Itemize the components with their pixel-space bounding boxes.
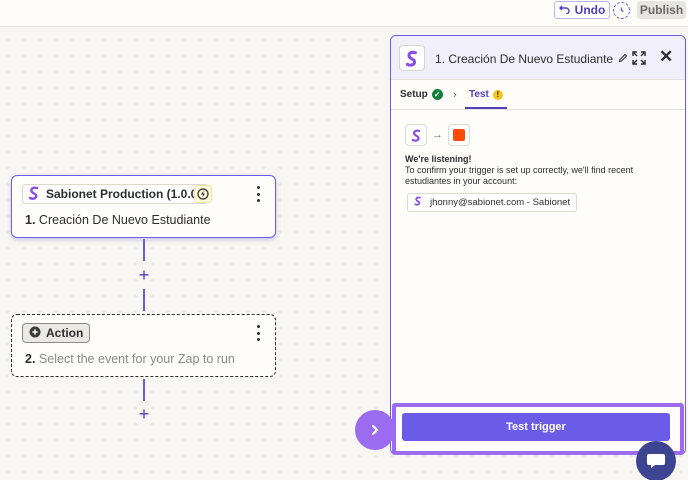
undo-label: Undo	[574, 3, 606, 17]
history-icon[interactable]	[613, 2, 630, 19]
tab-setup-label: Setup	[400, 89, 428, 100]
panel-title[interactable]: 1. Creación De Nuevo Estudiante	[435, 52, 628, 66]
sabionet-logo-icon	[399, 45, 425, 71]
plus-circle-icon	[29, 326, 41, 341]
check-icon: ✓	[431, 89, 443, 100]
panel-title-text: 1. Creación De Nuevo Estudiante	[435, 52, 614, 66]
listening-title: We're listening!	[405, 154, 472, 164]
connector-line	[143, 289, 145, 311]
trigger-step-title: 1. Creación De Nuevo Estudiante	[25, 213, 211, 227]
undo-icon	[558, 3, 570, 17]
tab-test-label: Test	[469, 89, 489, 100]
action-step-title: 2. Select the event for your Zap to run	[25, 352, 235, 366]
trigger-step-name: Creación De Nuevo Estudiante	[38, 213, 211, 227]
tab-test[interactable]: Test !	[469, 89, 503, 100]
connector-line	[143, 239, 145, 261]
connector-line	[143, 379, 145, 401]
action-chip: Action	[22, 323, 91, 343]
close-icon[interactable]: ✕	[659, 48, 673, 65]
bolt-icon	[194, 185, 212, 203]
action-step-placeholder: Select the event for your Zap to run	[38, 352, 235, 366]
arrow-right-icon: →	[432, 129, 443, 141]
trigger-app-name: Sabionet Production (1.0.0)	[46, 187, 202, 201]
action-step-number: 2.	[25, 352, 36, 366]
publish-button[interactable]: Publish	[637, 1, 686, 19]
action-chip-label: Action	[46, 326, 84, 340]
chevron-right-icon[interactable]	[355, 410, 395, 450]
active-tab-indicator	[465, 107, 507, 109]
add-step-plus-icon[interactable]: +	[136, 405, 152, 423]
action-more-icon[interactable]	[253, 325, 263, 341]
add-step-plus-icon[interactable]: +	[136, 266, 152, 284]
sabionet-logo-icon	[405, 124, 427, 146]
expand-icon[interactable]	[632, 51, 646, 65]
sabionet-logo-icon	[28, 186, 40, 203]
account-chip: jhonny@sabionet.com - Sabionet	[407, 193, 578, 212]
sabionet-logo-icon	[414, 196, 422, 209]
trigger-step-card[interactable]: Sabionet Production (1.0.0) 1. Creación …	[11, 175, 276, 238]
pencil-icon[interactable]	[618, 52, 628, 66]
app-flow-row: →	[405, 124, 470, 146]
tab-setup[interactable]: Setup ✓	[400, 89, 443, 100]
zapier-logo-icon	[448, 124, 470, 146]
panel-header: 1. Creación De Nuevo Estudiante ✕	[391, 36, 685, 80]
chevron-right-icon: ›	[453, 89, 457, 101]
trigger-app-chip: Sabionet Production (1.0.0)	[22, 184, 210, 204]
account-label: jhonny@sabionet.com - Sabionet	[430, 197, 571, 208]
chat-icon[interactable]	[636, 441, 676, 480]
panel-tabs: Setup ✓ › Test !	[391, 80, 685, 110]
action-step-card[interactable]: Action 2. Select the event for your Zap …	[11, 314, 276, 377]
top-bar: Undo Publish	[0, 0, 688, 27]
warning-icon: !	[492, 89, 503, 100]
trigger-step-number: 1.	[25, 213, 36, 227]
trigger-more-icon[interactable]	[253, 186, 263, 202]
undo-button[interactable]: Undo	[554, 1, 610, 19]
step-detail-panel: 1. Creación De Nuevo Estudiante ✕ Setup …	[390, 35, 686, 455]
test-trigger-button[interactable]: Test trigger	[402, 413, 670, 441]
listening-description: To confirm your trigger is set up correc…	[405, 165, 634, 186]
